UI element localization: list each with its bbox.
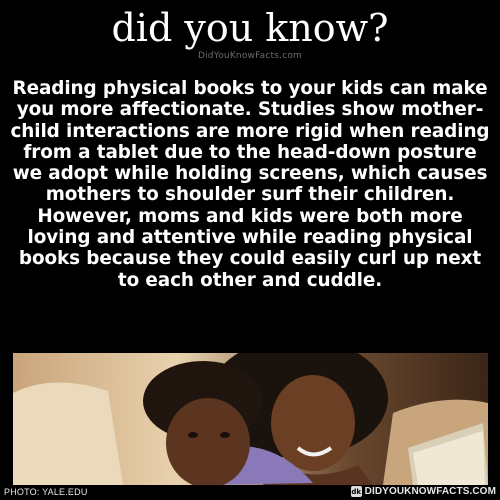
photo-mother-daughter-reading — [13, 353, 488, 485]
page-title: did you know? — [111, 6, 389, 50]
brand-name: DIDYOUKNOWFACTS.COM — [364, 486, 496, 497]
brand-logo-icon: dk — [350, 486, 362, 497]
site-watermark: DidYouKnowFacts.com — [197, 51, 303, 61]
photo-credit: PHOTO: YALE.EDU — [4, 487, 88, 497]
fact-text: Reading physical books to your kids can … — [10, 78, 490, 291]
footer-bar: PHOTO: YALE.EDU dk DIDYOUKNOWFACTS.COM — [0, 485, 500, 500]
brand-link[interactable]: dk DIDYOUKNOWFACTS.COM — [350, 486, 496, 497]
